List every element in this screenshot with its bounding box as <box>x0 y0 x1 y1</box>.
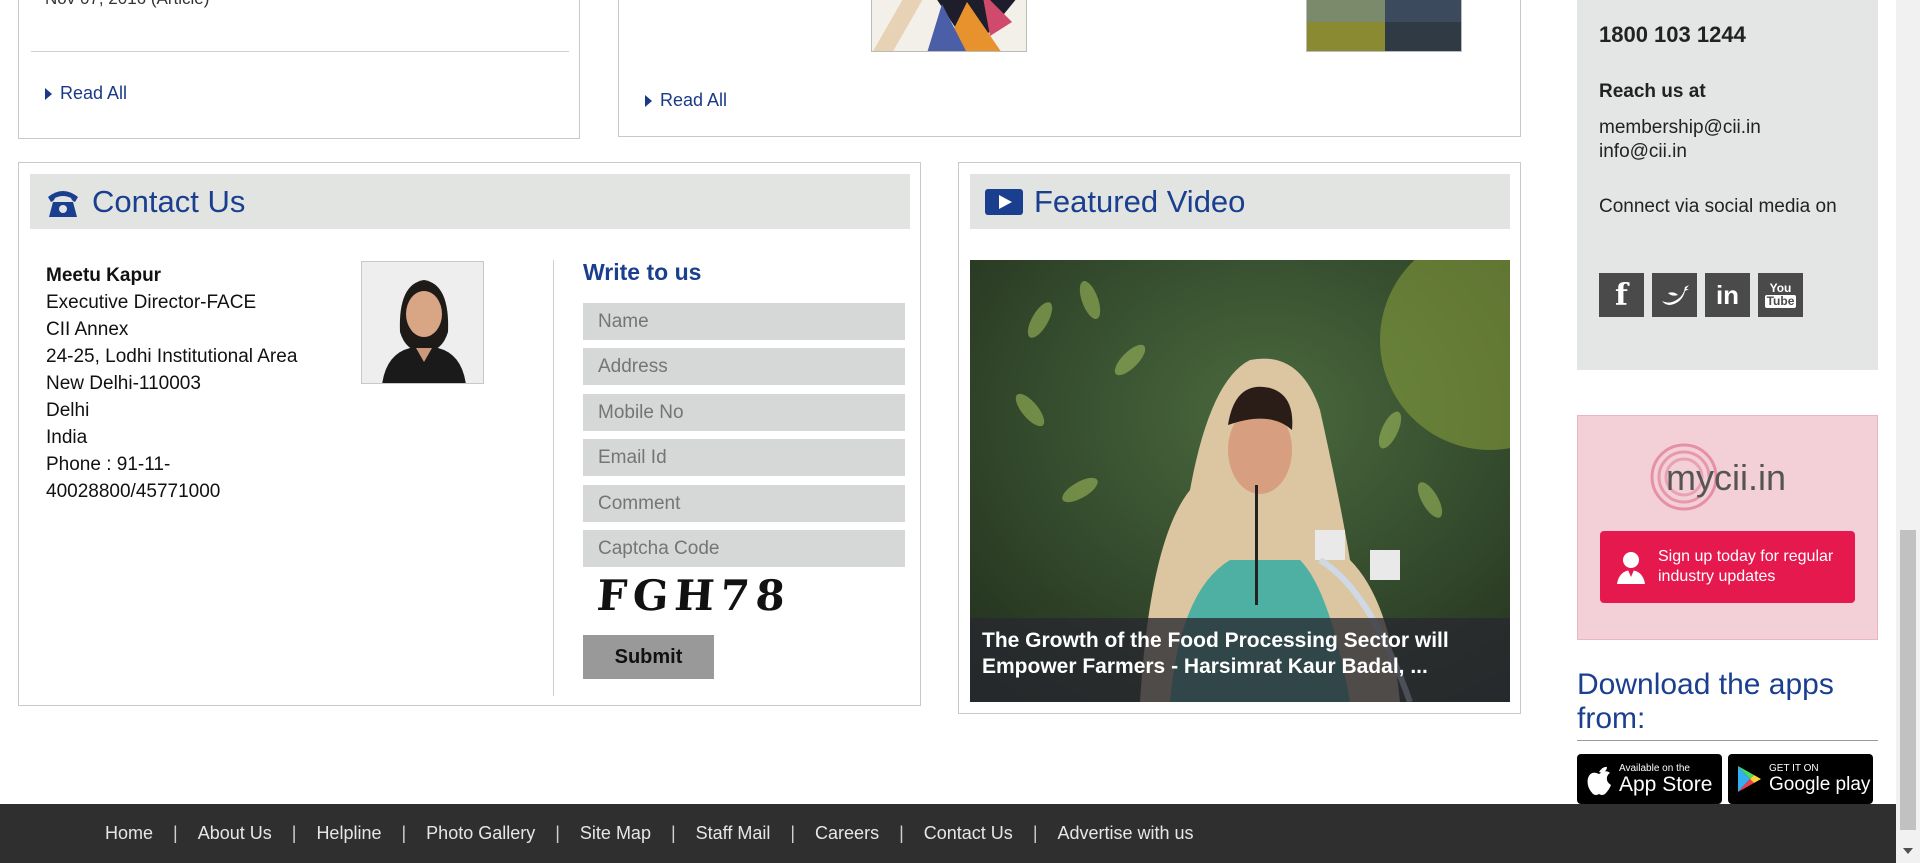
video-header: Featured Video <box>970 174 1510 229</box>
news-panel-middle: Read All <box>618 0 1521 137</box>
contact-header: Contact Us <box>30 174 910 229</box>
contact-panel: Contact Us Meetu Kapur Executive Directo… <box>18 162 921 706</box>
scrollbar-thumb[interactable] <box>1900 530 1916 830</box>
footer-link-helpline[interactable]: Helpline <box>316 823 381 844</box>
news-item-date: Nov 07, 2016 (Article) <box>45 0 209 9</box>
download-apps-title: Download the apps from: <box>1577 668 1878 741</box>
mycii-logo-text: mycii.in <box>1666 457 1787 498</box>
caret-right-icon <box>45 87 52 100</box>
video-caption-line: The Growth of the Food Processing Sector… <box>982 629 1449 652</box>
footer-link-about-us[interactable]: About Us <box>198 823 272 844</box>
footer-link-site-map[interactable]: Site Map <box>580 823 651 844</box>
read-all-link-middle[interactable]: Read All <box>645 90 727 111</box>
signup-text: Sign up today for regular industry updat… <box>1658 548 1834 585</box>
appstore-big-label: App Store <box>1619 772 1713 796</box>
footer-separator: | <box>173 823 178 843</box>
footer-separator: | <box>670 823 676 843</box>
footer-link-advertise[interactable]: Advertise with us <box>1058 823 1194 844</box>
connect-text: Connect via social media on <box>1599 196 1837 217</box>
footer-link-photo-gallery[interactable]: Photo Gallery <box>426 823 535 844</box>
youtube-label-bottom: Tube <box>1764 294 1797 308</box>
address-field[interactable] <box>583 348 905 385</box>
read-all-label: Read All <box>60 83 128 103</box>
mobile-field[interactable] <box>583 394 905 431</box>
contact-address: Meetu Kapur Executive Director-FACE CII … <box>46 262 346 505</box>
captcha-image: FGH78 <box>595 571 793 620</box>
article-thumbnail-1[interactable] <box>871 0 1027 52</box>
person-photo-icon <box>362 262 483 383</box>
mycii-banner[interactable]: mycii.in Sign up today for regular indus… <box>1577 415 1878 640</box>
contact-line: 40028800/45771000 <box>46 481 221 502</box>
article-thumbnail-2[interactable] <box>1306 0 1462 52</box>
comment-field[interactable] <box>583 485 905 522</box>
google-play-button[interactable]: GET IT ON Google play <box>1728 754 1873 804</box>
contact-line: New Delhi-110003 <box>46 373 201 394</box>
read-all-label: Read All <box>660 90 728 110</box>
submit-button[interactable]: Submit <box>583 635 714 679</box>
twitter-bird-icon <box>1661 285 1689 305</box>
landscape-photo-icon <box>1307 0 1461 51</box>
footer-link-careers[interactable]: Careers <box>815 823 879 844</box>
email-field[interactable] <box>583 439 905 476</box>
facebook-label: f <box>1615 277 1628 313</box>
footer-separator: | <box>555 823 560 843</box>
mycii-logo: mycii.in <box>1648 441 1818 516</box>
video-caption: The Growth of the Food Processing Sector… <box>970 618 1510 702</box>
footer-separator: | <box>1032 823 1038 843</box>
linkedin-icon[interactable]: in <box>1705 273 1750 317</box>
play-icon <box>985 188 1023 215</box>
apple-icon <box>1587 766 1611 795</box>
signup-button[interactable]: Sign up today for regular industry updat… <box>1600 531 1855 603</box>
contact-line: Delhi <box>46 400 90 421</box>
scroll-down-arrow-icon[interactable] <box>1896 843 1920 859</box>
form-title: Write to us <box>583 259 702 285</box>
footer-separator: | <box>401 823 407 843</box>
googleplay-big-label: Google play <box>1769 773 1871 795</box>
divider <box>31 51 569 52</box>
linkedin-label: in <box>1715 279 1740 310</box>
video-caption-line: Empower Farmers - Harsimrat Kaur Badal, … <box>982 655 1428 678</box>
contact-name: Meetu Kapur <box>46 265 162 286</box>
facebook-icon[interactable]: f <box>1599 273 1644 317</box>
helpline-number: 1800 103 1244 <box>1599 22 1746 47</box>
vertical-divider <box>553 260 554 696</box>
caret-right-icon <box>645 94 652 107</box>
contact-title: Contact Us <box>92 183 246 219</box>
google-play-icon <box>1738 766 1761 792</box>
read-all-link-left[interactable]: Read All <box>45 83 127 104</box>
geometric-art-icon <box>872 0 1026 51</box>
captcha-field[interactable] <box>583 530 905 567</box>
footer-link-contact-us[interactable]: Contact Us <box>924 823 1013 844</box>
telephone-icon <box>48 190 78 217</box>
contact-photo <box>361 261 484 384</box>
video-title: Featured Video <box>1034 183 1246 219</box>
footer-separator: | <box>790 823 796 843</box>
name-field[interactable] <box>583 303 905 340</box>
youtube-icon[interactable]: You Tube <box>1758 273 1803 317</box>
user-icon <box>1617 552 1645 584</box>
contact-line: 24-25, Lodhi Institutional Area <box>46 346 298 367</box>
twitter-icon[interactable] <box>1652 273 1697 317</box>
news-panel-left: Nov 07, 2016 (Article) Read All <box>18 0 580 139</box>
contact-line: Phone : 91-11- <box>46 454 171 475</box>
googleplay-small-label: GET IT ON <box>1769 762 1819 774</box>
scrollbar[interactable] <box>1896 0 1920 863</box>
video-panel: Featured Video The Growth of the Food Pr… <box>958 162 1521 714</box>
email-link[interactable]: membership@cii.in <box>1599 117 1761 139</box>
footer-separator: | <box>899 823 904 843</box>
contact-line: CII Annex <box>46 319 129 340</box>
email-link[interactable]: info@cii.in <box>1599 141 1687 163</box>
reach-us-title: Reach us at <box>1599 81 1706 102</box>
video-player[interactable]: The Growth of the Food Processing Sector… <box>970 260 1510 702</box>
footer-bar: Home | About Us | Helpline | Photo Galle… <box>0 804 1896 863</box>
sidebar-contact-box: 1800 103 1244 Reach us at membership@cii… <box>1577 0 1878 370</box>
app-store-button[interactable]: Available on the App Store <box>1577 754 1722 804</box>
footer-separator: | <box>291 823 297 843</box>
footer-link-staff-mail[interactable]: Staff Mail <box>696 823 771 844</box>
contact-line: India <box>46 427 88 448</box>
appstore-small-label: Available on the <box>1619 762 1690 774</box>
contact-line: Executive Director-FACE <box>46 292 257 313</box>
footer-link-home[interactable]: Home <box>105 823 153 844</box>
